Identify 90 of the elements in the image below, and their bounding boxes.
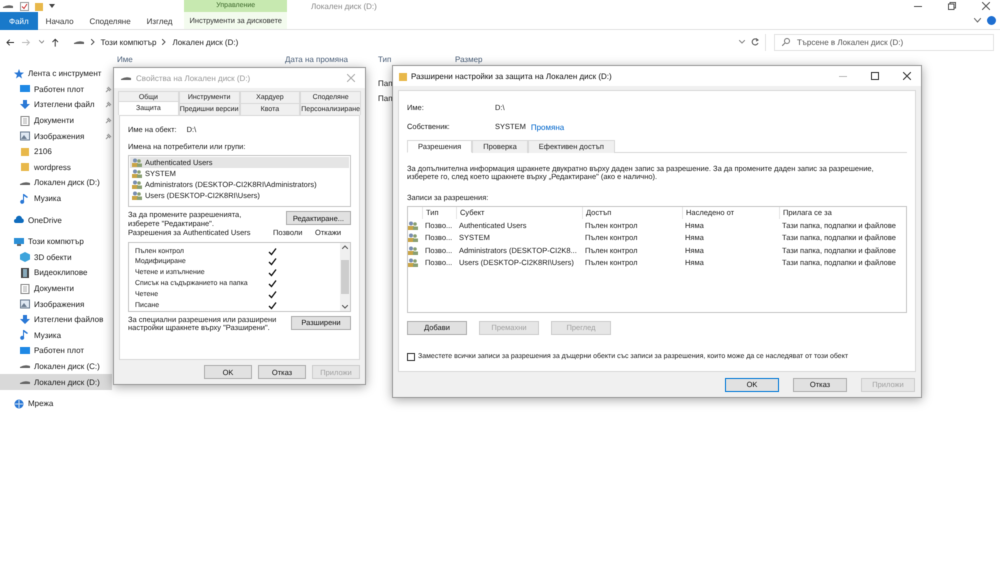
back-arrow-icon[interactable] (6, 38, 14, 46)
nav-item[interactable]: Изображения (0, 128, 112, 144)
ribbon-tab[interactable]: Начало (38, 12, 82, 30)
up-arrow-icon[interactable] (52, 38, 59, 46)
chevron-down-icon[interactable] (38, 40, 44, 44)
users-icon (132, 158, 142, 168)
dialog-title: Свойства на Локален диск (D:) (136, 74, 252, 82)
users-icon (408, 233, 418, 242)
breadcrumb[interactable]: Този компютър (100, 38, 156, 46)
cube-icon (20, 252, 30, 262)
nav-item[interactable]: Изтеглени файл (0, 97, 112, 113)
nav-item[interactable]: OneDrive (0, 212, 112, 228)
nav-item[interactable]: wordpress (0, 160, 112, 176)
expand-ribbon-icon[interactable] (974, 18, 981, 23)
download-arrow-icon (20, 100, 30, 110)
cloud-icon (14, 215, 24, 226)
ribbon-tab[interactable]: Изглед (138, 12, 180, 30)
refresh-icon[interactable] (751, 38, 759, 46)
chevron-down-icon[interactable] (739, 40, 745, 44)
users-icon (132, 169, 142, 178)
nav-item[interactable]: Локален диск (D:) (0, 374, 112, 390)
file-tab[interactable]: Файл (0, 12, 38, 30)
folder-icon (20, 146, 30, 157)
users-icon (408, 220, 418, 230)
nav-item[interactable]: Видеоклипове (0, 265, 112, 281)
column-header[interactable]: Размер (455, 54, 482, 64)
nav-item[interactable]: Работен плот (0, 82, 112, 98)
star-icon (14, 68, 24, 79)
checkbox[interactable] (407, 352, 415, 361)
document-icon (20, 116, 30, 126)
nav-item[interactable]: Документи (0, 112, 112, 128)
folder-icon (20, 162, 30, 172)
nav-item[interactable]: Този компютър (0, 234, 112, 250)
desktop-icon (20, 346, 30, 356)
nav-item[interactable]: Музика (0, 190, 112, 206)
nav-item[interactable]: Изтеглени файлов (0, 312, 112, 328)
music-note-icon (20, 194, 30, 204)
users-icon (132, 191, 142, 200)
nav-item[interactable]: Изображения (0, 296, 112, 312)
nav-item[interactable]: Музика (0, 328, 112, 344)
chevron-right-icon (90, 39, 95, 45)
file-type-cell: Пап (378, 79, 393, 88)
scroll-up-icon[interactable] (342, 244, 348, 249)
folder-icon (35, 2, 43, 10)
computer-icon (14, 236, 24, 247)
folder-icon (399, 72, 407, 80)
drive-icon (120, 76, 132, 80)
breadcrumb[interactable]: Локален диск (D:) (172, 38, 238, 46)
file-type-cell: Пап (378, 94, 393, 103)
users-icon (408, 246, 418, 255)
close-icon (903, 72, 911, 80)
close-icon (347, 74, 355, 82)
nav-item[interactable]: Локален диск (D:) (0, 175, 112, 191)
column-header[interactable]: Име (117, 54, 133, 64)
column-header[interactable]: Дата на промяна (285, 54, 348, 64)
scrollbar-thumb[interactable] (341, 260, 349, 294)
users-icon (132, 180, 142, 190)
picture-icon (20, 131, 30, 142)
maximize-icon (871, 72, 879, 80)
chevron-right-icon (162, 39, 166, 45)
dialog-title: Разширени настройки за защита на Локален диск (D:) (411, 72, 613, 80)
download-arrow-icon (20, 314, 30, 325)
window-title: Локален диск (D:) (311, 2, 377, 10)
nav-item[interactable]: Лента с инструмент (0, 66, 112, 82)
nav-item[interactable]: Работен плот (0, 343, 112, 359)
drive-icon (72, 40, 85, 44)
search-field[interactable]: Търсене в Локален диск (D:) (774, 34, 994, 50)
nav-item[interactable]: 2106 (0, 144, 112, 160)
ribbon-tab[interactable]: Споделяне (82, 12, 139, 30)
users-icon (408, 258, 418, 268)
nav-item[interactable]: Мрежа (0, 396, 112, 412)
restore-icon (948, 2, 956, 10)
address-bar[interactable]: Този компютър Локален диск (D:) (66, 34, 766, 50)
picture-icon (20, 299, 30, 310)
scroll-down-icon[interactable] (342, 304, 348, 309)
column-header[interactable]: Тип (378, 54, 392, 64)
properties-icon[interactable] (20, 2, 29, 10)
dropdown-icon[interactable] (49, 4, 55, 8)
scrollbar[interactable] (340, 242, 350, 311)
change-owner-link[interactable]: Промяна (530, 122, 564, 132)
drive-icon (2, 4, 14, 8)
close-icon (982, 2, 990, 10)
nav-item[interactable]: Документи (0, 280, 112, 296)
nav-item[interactable]: 3D обекти (0, 250, 112, 266)
film-icon (20, 268, 30, 278)
network-icon (14, 398, 24, 409)
desktop-icon (20, 84, 30, 94)
music-note-icon (20, 330, 30, 340)
nav-item[interactable]: Локален диск (C:) (0, 358, 112, 374)
document-icon (20, 284, 30, 294)
